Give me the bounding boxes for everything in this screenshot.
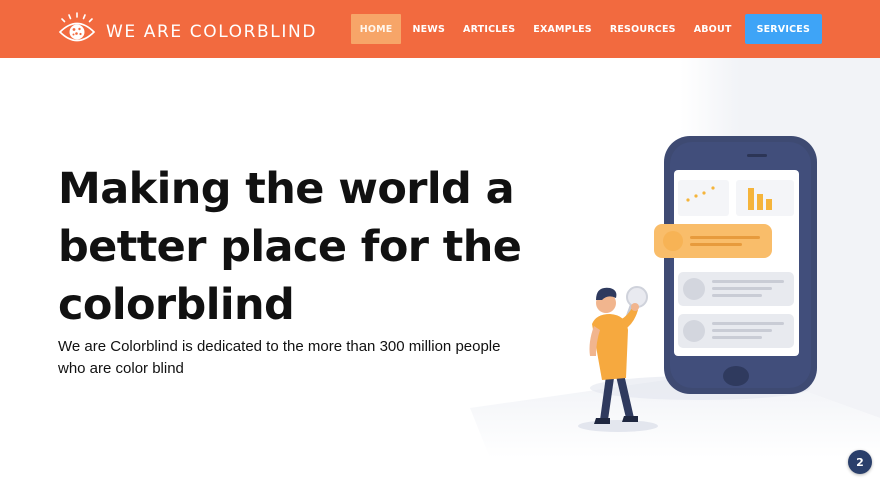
site-header: WE ARE COLORBLIND HOME NEWS ARTICLES EXA… <box>0 0 880 58</box>
person-with-smartphone-illustration <box>430 58 880 458</box>
main-nav: HOME NEWS ARTICLES EXAMPLES RESOURCES AB… <box>350 14 822 44</box>
eye-icon <box>58 12 96 51</box>
nav-item-services[interactable]: SERVICES <box>744 14 822 44</box>
nav-item-home[interactable]: HOME <box>350 14 402 44</box>
nav-item-about[interactable]: ABOUT <box>685 14 741 44</box>
notification-badge[interactable]: 2 <box>848 450 872 474</box>
nav-item-articles[interactable]: ARTICLES <box>454 14 524 44</box>
nav-item-news[interactable]: NEWS <box>403 14 454 44</box>
site-logo-text: WE ARE COLORBLIND <box>106 21 318 42</box>
page: WE ARE COLORBLIND HOME NEWS ARTICLES EXA… <box>0 0 880 495</box>
nav-item-resources[interactable]: RESOURCES <box>601 14 685 44</box>
site-logo[interactable]: WE ARE COLORBLIND <box>58 12 317 51</box>
nav-item-examples[interactable]: EXAMPLES <box>524 14 601 44</box>
